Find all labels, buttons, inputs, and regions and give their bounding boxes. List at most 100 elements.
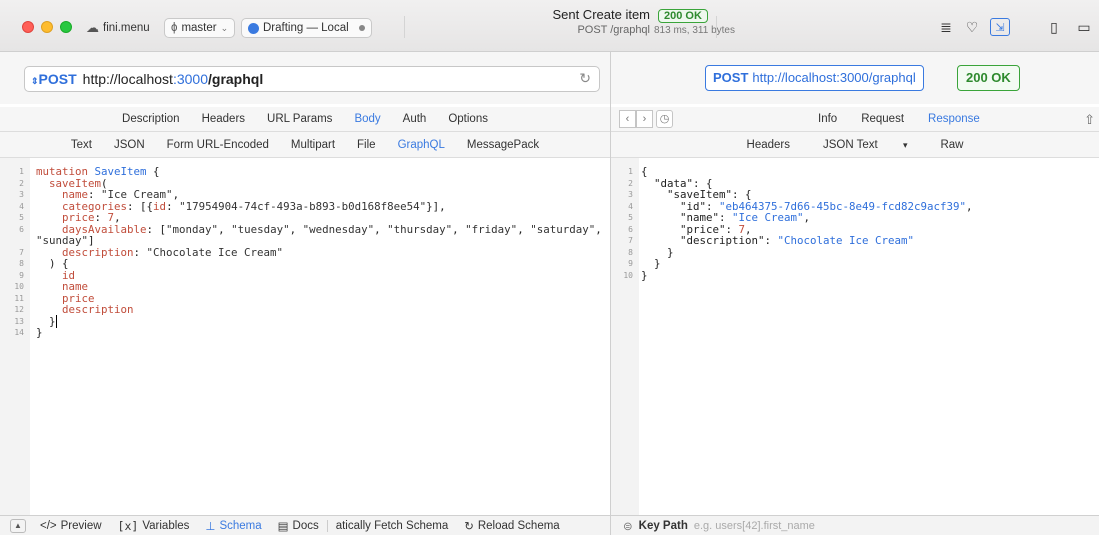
docs-label: Docs bbox=[292, 519, 319, 532]
line-number: 5 bbox=[19, 213, 24, 222]
tab-multipart[interactable]: Multipart bbox=[280, 132, 346, 157]
line-number: 7 bbox=[19, 247, 24, 257]
tab-text[interactable]: Text bbox=[60, 132, 103, 157]
tab-auth[interactable]: Auth bbox=[392, 107, 438, 131]
preview-button[interactable]: </> Preview bbox=[32, 520, 110, 532]
response-json: { "data": { "saveItem": { "id": "eb46437… bbox=[641, 165, 973, 282]
tab-url-params[interactable]: URL Params bbox=[256, 107, 343, 131]
branch-selector[interactable]: ϕ master ⌄ bbox=[164, 18, 236, 38]
response-meta: 813 ms, 311 bytes bbox=[654, 25, 735, 36]
tab-headers[interactable]: Headers bbox=[191, 107, 256, 131]
tab-response[interactable]: Response bbox=[916, 107, 992, 132]
response-url: http://localhost:3000/graphql bbox=[752, 70, 916, 85]
graphql-editor[interactable]: 1 2 3 4 5 6 7 8 9 10 11 12 13 14 mutation SaveItem { … bbox=[0, 158, 610, 515]
editor-bottom-bar: ▲ </> Preview [x] Variables ⊥ Schema ▤ Docs … bbox=[0, 515, 610, 535]
environment-name: Drafting — Local bbox=[263, 22, 349, 34]
url-text: http://localhost:3000/graphql bbox=[83, 71, 264, 87]
history-nav: ‹ › ◷ bbox=[619, 110, 673, 128]
line-number: 9 bbox=[19, 270, 24, 280]
schema-icon: ⊥ bbox=[205, 520, 216, 533]
tab-headers[interactable]: Headers bbox=[736, 132, 801, 157]
sidebar-toggle-icon[interactable]: ▯ bbox=[1044, 18, 1064, 36]
url-path: /graphql bbox=[208, 71, 264, 87]
variables-icon: [x] bbox=[117, 518, 139, 533]
graphql-code[interactable]: mutation SaveItem { saveItem( name: "Ice… bbox=[36, 166, 602, 339]
refresh-icon[interactable]: ↻ bbox=[579, 70, 591, 87]
chevron-down-icon: ▾ bbox=[902, 140, 908, 150]
response-status-badge: 200 OK bbox=[957, 65, 1020, 91]
tab-json[interactable]: JSON bbox=[103, 132, 156, 157]
response-body: 1 2 3 4 5 6 7 8 9 10 { "data": { "saveItem": { "i… bbox=[611, 158, 1099, 515]
tab-body[interactable]: Body bbox=[343, 107, 391, 131]
tab-raw[interactable]: Raw bbox=[929, 132, 974, 157]
response-summary: 200 OK 813 ms, 311 bytes bbox=[654, 8, 735, 36]
url-area: ⇕POST http://localhost:3000/graphql ↻ bbox=[0, 52, 610, 104]
method-label: POST bbox=[38, 71, 77, 87]
forward-icon[interactable]: › bbox=[636, 110, 653, 128]
layout-sort-icon[interactable]: ≣ bbox=[936, 18, 956, 36]
line-number: 4 bbox=[628, 201, 633, 211]
schema-button[interactable]: ⊥ Schema bbox=[197, 519, 269, 533]
line-number: 10 bbox=[623, 270, 633, 280]
updown-icon: ⇕ bbox=[31, 76, 39, 86]
tab-form-url-encoded[interactable]: Form URL-Encoded bbox=[156, 132, 280, 157]
line-number: 8 bbox=[628, 247, 633, 257]
divider bbox=[716, 16, 717, 38]
tab-request[interactable]: Request bbox=[849, 107, 916, 132]
method-selector[interactable]: ⇕POST bbox=[31, 71, 77, 87]
line-number bbox=[0, 235, 24, 247]
line-number: 6 bbox=[19, 224, 24, 234]
code-icon: </> bbox=[40, 519, 57, 532]
body-type-tabs: Text JSON Form URL-Encoded Multipart Fil… bbox=[0, 132, 610, 158]
line-number: 12 bbox=[14, 305, 24, 314]
line-numbers: 1 2 3 4 5 6 7 8 9 10 bbox=[611, 166, 637, 281]
tab-options[interactable]: Options bbox=[437, 107, 499, 131]
request-name: Sent Create item bbox=[552, 7, 650, 22]
close-window-button[interactable] bbox=[22, 21, 34, 33]
share-icon[interactable]: ⇧ bbox=[1084, 112, 1095, 128]
line-number: 8 bbox=[19, 259, 24, 268]
panel-toggle-icon[interactable]: ▭ bbox=[1074, 18, 1094, 36]
preview-label: Preview bbox=[60, 519, 102, 532]
response-header: POST http://localhost:3000/graphql 200 OK bbox=[611, 52, 1099, 104]
url-input[interactable]: ⇕POST http://localhost:3000/graphql ↻ bbox=[24, 66, 600, 92]
environment-selector[interactable]: Drafting — Local bbox=[241, 18, 372, 38]
response-view-tabs: Headers JSON Text ▾ Raw bbox=[611, 132, 1099, 158]
line-number: 3 bbox=[628, 190, 633, 199]
reload-schema-button[interactable]: ↻ Reload Schema bbox=[456, 519, 567, 533]
cookie-icon[interactable]: ♡ bbox=[962, 18, 982, 36]
document-icon: ▤ bbox=[277, 520, 289, 533]
status-badge: 200 OK bbox=[658, 9, 708, 23]
request-tabs: Description Headers URL Params Body Auth… bbox=[0, 107, 610, 132]
collapse-icon[interactable]: ▲ bbox=[10, 518, 26, 533]
tab-description[interactable]: Description bbox=[111, 107, 191, 131]
divider bbox=[404, 16, 405, 38]
title-bar: ☁ fini.menu ϕ master ⌄ Drafting — Local … bbox=[0, 0, 1099, 52]
branch-name: master bbox=[181, 22, 217, 34]
line-number: 13 bbox=[14, 316, 24, 326]
json-text-label: JSON Text bbox=[822, 139, 878, 151]
auto-fetch-schema-toggle[interactable]: atically Fetch Schema bbox=[326, 519, 457, 532]
line-number: 1 bbox=[628, 167, 633, 176]
line-number: 10 bbox=[14, 282, 24, 291]
history-icon[interactable]: ◷ bbox=[656, 110, 673, 128]
tab-messagepack[interactable]: MessagePack bbox=[456, 132, 550, 157]
variables-button[interactable]: [x] Variables bbox=[110, 519, 198, 533]
tab-json-text[interactable]: JSON Text ▾ bbox=[801, 132, 929, 157]
tab-graphql[interactable]: GraphQL bbox=[387, 132, 456, 157]
zoom-window-button[interactable] bbox=[60, 21, 72, 33]
back-icon[interactable]: ‹ bbox=[619, 110, 636, 128]
line-number: 9 bbox=[628, 259, 633, 268]
docs-button[interactable]: ▤ Docs bbox=[270, 519, 327, 533]
project-selector[interactable]: ☁ fini.menu bbox=[86, 19, 150, 37]
line-number: 3 bbox=[19, 190, 24, 199]
export-icon[interactable]: ⇲ bbox=[990, 18, 1010, 36]
key-path-input[interactable]: e.g. users[42].first_name bbox=[694, 520, 815, 532]
refresh-icon: ↻ bbox=[464, 520, 474, 533]
branch-icon: ϕ bbox=[171, 22, 178, 34]
tab-info[interactable]: Info bbox=[806, 107, 849, 132]
chevron-down-icon: ⌄ bbox=[220, 22, 229, 33]
tab-file[interactable]: File bbox=[346, 132, 387, 157]
reload-schema-label: Reload Schema bbox=[477, 519, 560, 532]
minimize-window-button[interactable] bbox=[41, 21, 53, 33]
